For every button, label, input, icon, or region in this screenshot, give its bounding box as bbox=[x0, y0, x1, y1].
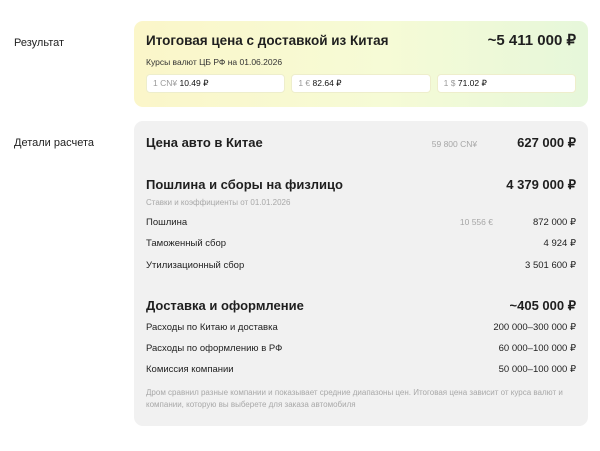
car-price-amount: 627 000 ₽ bbox=[517, 135, 576, 150]
rate-cny: 1 CN¥ 10.49 ₽ bbox=[146, 74, 286, 93]
item-amount: 3 501 600 ₽ bbox=[525, 260, 576, 271]
rates-caption: Курсы валют ЦБ РФ на 01.06.2026 bbox=[146, 57, 283, 67]
disclaimer-note: Дром сравнил разные компании и показывае… bbox=[146, 388, 563, 409]
duties-subtitle: Ставки и коэффициенты от 01.01.2026 bbox=[146, 198, 291, 207]
rate-value: 82.64 ₽ bbox=[312, 78, 342, 88]
item-amount: 200 000–300 000 ₽ bbox=[493, 322, 576, 333]
customs-fee-row: Таможенный сбор 4 924 ₽ bbox=[146, 238, 576, 249]
car-price-row: Цена авто в Китае 59 800 CN¥ 627 000 ₽ bbox=[146, 135, 576, 151]
rate-currency: 1 $ bbox=[443, 78, 456, 88]
item-original: 10 556 € bbox=[459, 217, 493, 227]
item-amount: 4 924 ₽ bbox=[543, 238, 576, 249]
result-section-label: Результат bbox=[14, 37, 65, 49]
delivery-title: Доставка и оформление bbox=[146, 298, 304, 313]
item-label: Таможенный сбор bbox=[146, 238, 227, 249]
rates-row: 1 CN¥ 10.49 ₽ 1 € 82.64 ₽ 1 $ 71.02 ₽ bbox=[146, 74, 576, 93]
delivery-title-row: Доставка и оформление ~405 000 ₽ bbox=[146, 298, 576, 314]
delivery-amount: ~405 000 ₽ bbox=[509, 298, 576, 313]
rate-eur: 1 € 82.64 ₽ bbox=[291, 74, 431, 93]
car-price-original: 59 800 CN¥ bbox=[431, 139, 478, 149]
result-title: Итоговая цена с доставкой из Китая bbox=[146, 33, 389, 48]
item-label: Расходы по Китаю и доставка bbox=[146, 322, 278, 333]
recycling-fee-row: Утилизационный сбор 3 501 600 ₽ bbox=[146, 260, 576, 271]
rate-value: 10.49 ₽ bbox=[179, 78, 209, 88]
item-label: Утилизационный сбор bbox=[146, 260, 245, 271]
duties-title-row: Пошлина и сборы на физлицо 4 379 000 ₽ bbox=[146, 177, 576, 193]
item-label: Пошлина bbox=[146, 217, 188, 228]
details-card: Цена авто в Китае 59 800 CN¥ 627 000 ₽ П… bbox=[134, 121, 588, 426]
rate-currency: 1 € bbox=[298, 78, 311, 88]
item-label: Расходы по оформлению в РФ bbox=[146, 343, 283, 354]
item-label: Комиссия компании bbox=[146, 364, 234, 375]
result-total-price: ~5 411 000 ₽ bbox=[487, 32, 576, 49]
rf-registration-row: Расходы по оформлению в РФ 60 000–100 00… bbox=[146, 343, 576, 354]
car-price-label: Цена авто в Китае bbox=[146, 135, 263, 150]
china-delivery-row: Расходы по Китаю и доставка 200 000–300 … bbox=[146, 322, 576, 333]
rate-value: 71.02 ₽ bbox=[457, 78, 487, 88]
company-commission-row: Комиссия компании 50 000–100 000 ₽ bbox=[146, 364, 576, 375]
rate-currency: 1 CN¥ bbox=[153, 78, 178, 88]
details-section-label: Детали расчета bbox=[14, 137, 94, 149]
rate-usd: 1 $ 71.02 ₽ bbox=[436, 74, 576, 93]
item-amount: 50 000–100 000 ₽ bbox=[498, 364, 576, 375]
duties-title: Пошлина и сборы на физлицо bbox=[146, 177, 343, 192]
item-amount: 872 000 ₽ bbox=[532, 217, 576, 228]
result-card: Итоговая цена с доставкой из Китая ~5 41… bbox=[134, 21, 588, 107]
duty-row: Пошлина 10 556 € 872 000 ₽ bbox=[146, 217, 576, 228]
item-amount: 60 000–100 000 ₽ bbox=[498, 343, 576, 354]
duties-amount: 4 379 000 ₽ bbox=[506, 177, 576, 192]
